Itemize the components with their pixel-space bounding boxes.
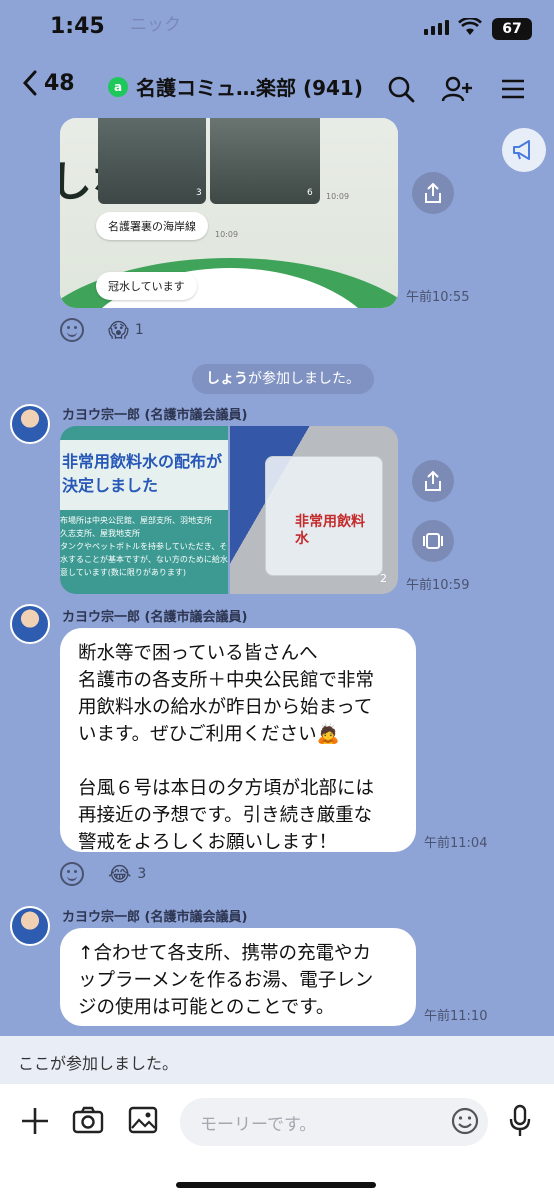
avatar[interactable] (10, 604, 50, 644)
signal-icon (424, 20, 449, 35)
announcement-button[interactable] (502, 128, 546, 172)
share-icon (425, 470, 441, 491)
openchat-badge-icon: a (108, 76, 128, 97)
message-line: 断水等で困っている皆さんへ (78, 643, 318, 664)
photo-count: 2 (380, 572, 387, 585)
megaphone-icon (513, 140, 530, 160)
album-button[interactable] (412, 520, 454, 562)
plus-icon[interactable] (20, 1106, 50, 1140)
inner-caption-1: 名護署裏の海岸線 (96, 212, 208, 240)
system-notice-strip: ここが参加しました。 (0, 1036, 554, 1084)
reaction-emoji-icon: 😱 (108, 318, 129, 342)
timestamp: 午前10:55 (406, 290, 470, 305)
message-line: ↑合わせて各支所、携帯の充電やカ (78, 943, 372, 964)
message-line: ップラーメンを作るお湯、電子レン (78, 970, 374, 991)
reaction-count: 1 (134, 322, 144, 338)
wifi-icon (458, 16, 482, 40)
reaction-count: 3 (137, 866, 147, 882)
image-post-water[interactable]: 非常用飲料水の配布が決定しました 布場所は中央公民館、屋部支所、羽地支所 久志支… (60, 426, 398, 594)
timestamp: 午前10:59 (406, 578, 470, 593)
share-button[interactable] (412, 460, 454, 502)
flood-photo-1 (98, 118, 206, 204)
back-button[interactable]: 48 (22, 70, 75, 96)
sender-name: カヨウ宗一郎 (名護市議会議員) (62, 408, 248, 423)
message-line: 名護市の各支所＋中央公民館で非常 (78, 670, 375, 691)
album-icon (423, 533, 443, 549)
system-join-message: しょうが参加しました。 (192, 364, 374, 394)
sender-name: カヨウ宗一郎 (名護市議会議員) (62, 910, 248, 925)
back-count: 48 (44, 70, 75, 96)
home-indicator (176, 1182, 376, 1188)
microphone-icon[interactable] (508, 1104, 532, 1142)
inner-caption-2: 冠水しています (96, 272, 197, 300)
add-member-icon[interactable] (440, 72, 474, 106)
search-icon[interactable] (384, 72, 418, 106)
ghost-notification: ニック (130, 15, 181, 35)
image-post-flood[interactable]: しな 3 6 10:09 10:09 名護署裏の海岸線 冠水しています (60, 118, 398, 308)
timestamp: 午前11:04 (424, 836, 488, 851)
message-bubble[interactable]: ↑合わせて各支所、携帯の充電やカ ップラーメンを作るお湯、電子レン ジの使用は可… (60, 928, 416, 1026)
reaction-row[interactable]: 😱 1 (60, 318, 144, 342)
reaction-emoji-icon: 😂 (108, 862, 132, 886)
poster-body: 布場所は中央公民館、屋部支所、羽地支所 久志支所、屋我地支所 タンクやペットボト… (60, 516, 228, 577)
timestamp: 午前11:10 (424, 1009, 488, 1024)
joined-user-name: しょう (206, 371, 248, 387)
message-input[interactable]: モーリーです。 (180, 1098, 488, 1146)
poster-title: 非常用飲料水の配布が決定しました (62, 452, 223, 495)
chat-title[interactable]: a 名護コミュ…楽部 (941) (108, 72, 363, 101)
share-button[interactable] (412, 172, 454, 214)
chevron-left-icon (22, 70, 37, 96)
inner-time-2: 10:09 (215, 230, 239, 239)
message-line: 警戒をよろしくお願いします！ (78, 832, 338, 853)
photo-count-2: 6 (307, 188, 313, 198)
join-suffix: が参加しました。 (248, 371, 360, 387)
bag-label: 非常用飲料水 (295, 514, 365, 547)
avatar[interactable] (10, 404, 50, 444)
avatar[interactable] (10, 906, 50, 946)
message-line: います。ぜひご利用ください🙇 (78, 724, 340, 745)
chat-title-text: 名護コミュ…楽部 (941) (136, 76, 363, 100)
add-reaction-icon[interactable] (60, 862, 84, 886)
message-line-blank (78, 748, 398, 775)
inner-time-1: 10:09 (326, 192, 350, 201)
message-line: ジの使用は可能とのことです。 (78, 997, 335, 1018)
message-bubble[interactable]: 断水等で困っている皆さんへ 名護市の各支所＋中央公民館で非常 用飲料水の給水が昨… (60, 628, 416, 853)
flood-photo-2 (210, 118, 320, 204)
share-icon (425, 182, 441, 203)
photo-count-1: 3 (196, 188, 202, 198)
emoji-icon[interactable] (450, 1106, 480, 1140)
message-line: 台風６号は本日の夕方頃が北部には (78, 778, 375, 799)
sender-name: カヨウ宗一郎 (名護市議会議員) (62, 610, 248, 625)
image-icon[interactable] (128, 1106, 158, 1138)
camera-icon[interactable] (72, 1106, 104, 1138)
add-reaction-icon[interactable] (60, 318, 84, 342)
message-line: 再接近の予想です。引き続き厳重な (78, 805, 373, 826)
message-line: 用飲料水の給水が昨日から始まって (78, 697, 373, 718)
reaction-row[interactable]: 😂 3 (60, 862, 146, 886)
battery-icon: 67 (492, 18, 532, 40)
status-time: 1:45 (50, 14, 105, 39)
menu-icon[interactable] (496, 72, 530, 106)
